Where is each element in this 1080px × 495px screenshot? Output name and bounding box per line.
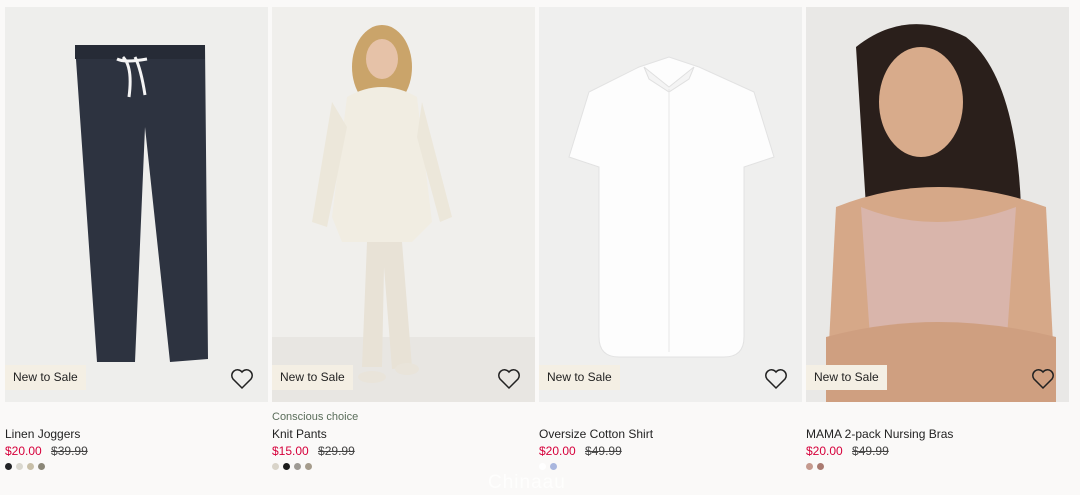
product-card[interactable]: New to Sale Linen Joggers $20.00 $39.99 bbox=[5, 7, 268, 471]
product-info: Oversize Cotton Shirt $20.00 $49.99 bbox=[539, 402, 802, 471]
product-image[interactable]: New to Sale bbox=[272, 7, 535, 402]
watermark: Chinaau bbox=[488, 472, 566, 493]
color-swatch[interactable] bbox=[539, 463, 546, 470]
product-name[interactable]: Oversize Cotton Shirt bbox=[539, 426, 802, 442]
original-price: $49.99 bbox=[585, 444, 622, 458]
product-name[interactable]: Linen Joggers bbox=[5, 426, 268, 442]
product-name[interactable]: Knit Pants bbox=[272, 426, 535, 442]
color-swatch[interactable] bbox=[817, 463, 824, 470]
color-swatches bbox=[806, 463, 1069, 471]
product-card[interactable]: New to Sale Conscious choice Knit Pants … bbox=[272, 7, 535, 471]
product-tagline bbox=[806, 410, 1069, 424]
new-to-sale-badge: New to Sale bbox=[806, 365, 887, 390]
color-swatch[interactable] bbox=[305, 463, 312, 470]
new-to-sale-badge: New to Sale bbox=[272, 365, 353, 390]
product-grid: New to Sale Linen Joggers $20.00 $39.99 bbox=[5, 7, 1070, 471]
color-swatch[interactable] bbox=[550, 463, 557, 470]
heart-icon[interactable] bbox=[230, 368, 254, 390]
sale-price: $15.00 bbox=[272, 444, 309, 458]
sale-price: $20.00 bbox=[806, 444, 843, 458]
heart-icon[interactable] bbox=[497, 368, 521, 390]
product-image[interactable]: New to Sale bbox=[539, 7, 802, 402]
product-info: MAMA 2-pack Nursing Bras $20.00 $49.99 bbox=[806, 402, 1069, 471]
color-swatches bbox=[272, 463, 535, 471]
color-swatches bbox=[5, 463, 268, 471]
color-swatch[interactable] bbox=[38, 463, 45, 470]
color-swatch[interactable] bbox=[806, 463, 813, 470]
new-to-sale-badge: New to Sale bbox=[539, 365, 620, 390]
color-swatch[interactable] bbox=[16, 463, 23, 470]
color-swatches bbox=[539, 463, 802, 471]
product-price: $20.00 $49.99 bbox=[539, 442, 802, 460]
product-tagline bbox=[5, 410, 268, 424]
color-swatch[interactable] bbox=[283, 463, 290, 470]
sale-price: $20.00 bbox=[539, 444, 576, 458]
original-price: $49.99 bbox=[852, 444, 889, 458]
cotton-shirt-photo bbox=[539, 7, 802, 402]
sale-price: $20.00 bbox=[5, 444, 42, 458]
heart-icon[interactable] bbox=[764, 368, 788, 390]
new-to-sale-badge: New to Sale bbox=[5, 365, 86, 390]
product-info: Conscious choice Knit Pants $15.00 $29.9… bbox=[272, 402, 535, 471]
product-image[interactable]: New to Sale bbox=[806, 7, 1069, 402]
product-image[interactable]: New to Sale bbox=[5, 7, 268, 402]
product-price: $15.00 $29.99 bbox=[272, 442, 535, 460]
linen-joggers-photo bbox=[5, 7, 268, 402]
product-name[interactable]: MAMA 2-pack Nursing Bras bbox=[806, 426, 1069, 442]
product-info: Linen Joggers $20.00 $39.99 bbox=[5, 402, 268, 471]
product-card[interactable]: New to Sale MAMA 2-pack Nursing Bras $20… bbox=[806, 7, 1069, 471]
product-tagline bbox=[539, 410, 802, 424]
original-price: $29.99 bbox=[318, 444, 355, 458]
product-tagline: Conscious choice bbox=[272, 411, 359, 423]
heart-icon[interactable] bbox=[1031, 368, 1055, 390]
color-swatch[interactable] bbox=[5, 463, 12, 470]
color-swatch[interactable] bbox=[272, 463, 279, 470]
color-swatch[interactable] bbox=[294, 463, 301, 470]
product-price: $20.00 $49.99 bbox=[806, 442, 1069, 460]
color-swatch[interactable] bbox=[27, 463, 34, 470]
knit-pants-photo bbox=[272, 7, 535, 402]
nursing-bras-photo bbox=[806, 7, 1069, 402]
product-card[interactable]: New to Sale Oversize Cotton Shirt $20.00… bbox=[539, 7, 802, 471]
product-price: $20.00 $39.99 bbox=[5, 442, 268, 460]
original-price: $39.99 bbox=[51, 444, 88, 458]
